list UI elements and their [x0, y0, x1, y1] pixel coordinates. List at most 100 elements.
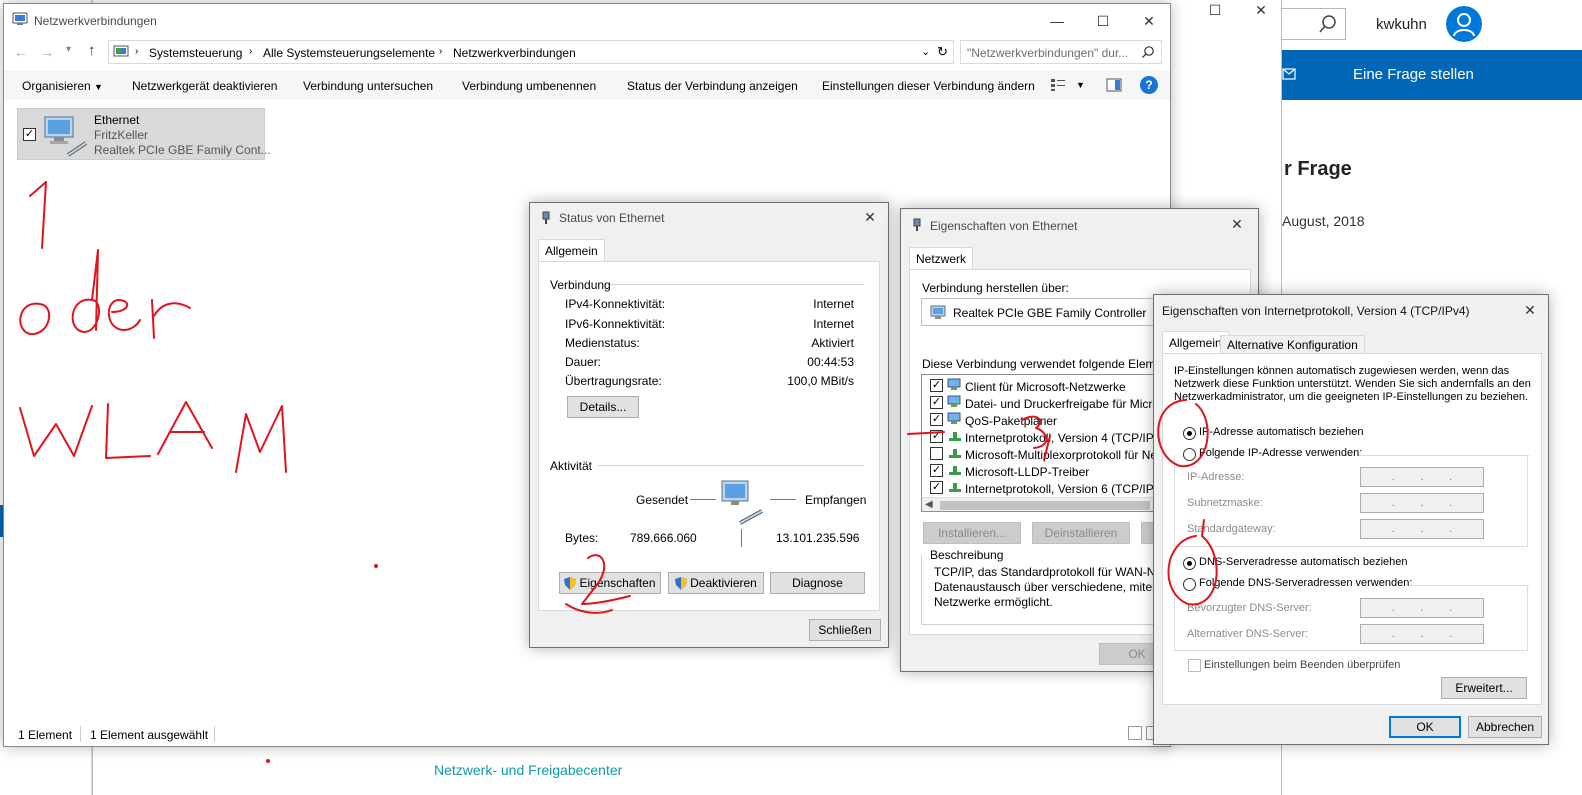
gateway-field[interactable]: ...	[1360, 519, 1484, 539]
diagnose-connection-button[interactable]: Verbindung untersuchen	[303, 79, 433, 93]
search-placeholder: "Netzwerkverbindungen" dur...	[967, 46, 1129, 60]
file-sharing-icon	[947, 395, 963, 409]
item-name: Ethernet	[94, 113, 140, 127]
refresh-icon[interactable]: ↻	[937, 44, 948, 60]
up-arrow-icon[interactable]: ↑	[88, 42, 96, 59]
close-icon[interactable]: ✕	[1126, 6, 1172, 36]
details-button[interactable]: Details...	[567, 396, 639, 418]
preferred-dns-field[interactable]: ...	[1360, 598, 1484, 618]
breadcrumb-sep-icon: ›	[439, 46, 443, 57]
history-chevron-icon[interactable]: ▾	[66, 44, 71, 55]
preview-pane-icon[interactable]	[1106, 78, 1122, 92]
install-button[interactable]: Installieren...	[923, 522, 1021, 544]
rename-connection-button[interactable]: Verbindung umbenennen	[462, 79, 596, 93]
status-dialog-title: Status von Ethernet	[559, 211, 665, 225]
question-date: August, 2018	[1282, 213, 1365, 229]
maximize-icon[interactable]: ☐	[1080, 6, 1126, 36]
ipv6-connectivity-value: Internet	[813, 317, 854, 331]
help-icon[interactable]: ?	[1140, 76, 1158, 94]
ip-auto-label[interactable]: IP-Adresse automatisch beziehen	[1199, 426, 1363, 438]
view-status-button[interactable]: Status der Verbindung anzeigen	[627, 79, 798, 93]
subnet-mask-field[interactable]: ...	[1360, 493, 1484, 513]
advanced-button[interactable]: Erweitert...	[1441, 677, 1527, 699]
component-label[interactable]: QoS-Paketplaner	[965, 414, 1057, 428]
validate-checkbox[interactable]	[1188, 659, 1201, 672]
address-bar[interactable]: › Systemsteuerung › Alle Systemsteuerung…	[108, 40, 954, 64]
view-dropdown-icon[interactable]: ▼	[1076, 80, 1085, 90]
component-checkbox[interactable]: ✓	[930, 481, 943, 494]
status-divider	[80, 726, 81, 742]
component-checkbox[interactable]: ✓	[930, 464, 943, 477]
status-dialog-close-icon[interactable]: ✕	[850, 203, 890, 231]
search-input[interactable]: "Netzwerkverbindungen" dur...	[960, 40, 1162, 64]
received-line	[770, 499, 796, 500]
tab-general[interactable]: Allgemein	[538, 239, 605, 261]
dns-group-top-line	[1410, 585, 1529, 586]
component-checkbox[interactable]: ✓	[930, 430, 943, 443]
close-button[interactable]: Schließen	[809, 619, 881, 641]
status-selected-count: 1 Element ausgewählt	[90, 728, 209, 742]
ipv4-ok-button[interactable]: OK	[1389, 716, 1461, 738]
component-label[interactable]: Microsoft-Multiplexorprotokoll für Netzw…	[965, 448, 1182, 462]
ipv4-dialog-close-icon[interactable]: ✕	[1510, 295, 1550, 325]
component-checkbox[interactable]: ✓	[930, 379, 943, 392]
view-options-icon[interactable]	[1050, 78, 1066, 92]
dns-auto-label[interactable]: DNS-Serveradresse automatisch beziehen	[1199, 556, 1408, 568]
window-app-icon	[12, 12, 28, 26]
organize-label: Organisieren	[22, 79, 91, 93]
ethernet-connection-item[interactable]: ✓ Ethernet FritzKeller Realtek PCIe GBE …	[17, 108, 271, 160]
breadcrumb-item-2[interactable]: Alle Systemsteuerungselemente	[263, 46, 435, 60]
component-label[interactable]: Microsoft-LLDP-Treiber	[965, 465, 1089, 479]
alternate-dns-field[interactable]: ...	[1360, 624, 1484, 644]
qos-icon	[947, 412, 963, 426]
properties-label: Eigenschaften	[579, 576, 656, 590]
validate-label[interactable]: Einstellungen beim Beenden überprüfen	[1204, 659, 1400, 671]
component-label[interactable]: Client für Microsoft-Netzwerke	[965, 380, 1126, 394]
ipv4-cancel-button[interactable]: Abbrechen	[1468, 716, 1542, 738]
scrollbar-thumb[interactable]	[940, 501, 1150, 510]
component-label[interactable]: Internetprotokoll, Version 6 (TCP/IPv6)	[965, 482, 1170, 496]
component-label[interactable]: Datei- und Druckerfreigabe für Microsoft…	[965, 397, 1182, 411]
component-checkbox[interactable]: ✓	[930, 396, 943, 409]
address-dropdown-icon[interactable]: ⌄	[921, 45, 930, 58]
background-close-icon[interactable]: ✕	[1238, 0, 1284, 20]
background-maximize-icon[interactable]: ☐	[1192, 0, 1238, 20]
diagnose-button[interactable]: Diagnose	[770, 572, 865, 594]
breadcrumb-item-1[interactable]: Systemsteuerung	[149, 46, 242, 60]
gateway-label: Standardgateway:	[1187, 523, 1276, 535]
eth-props-close-icon[interactable]: ✕	[1217, 210, 1257, 238]
tab-alternative-config[interactable]: Alternative Konfiguration	[1220, 335, 1365, 354]
details-view-icon[interactable]	[1128, 726, 1142, 740]
subnet-mask-label: Subnetzmaske:	[1187, 497, 1263, 509]
uninstall-button[interactable]: Deinstallieren	[1032, 522, 1130, 544]
properties-button[interactable]: Eigenschaften	[559, 572, 661, 594]
ip-address-field[interactable]: ...	[1360, 467, 1484, 487]
user-name[interactable]: kwkuhn	[1376, 16, 1427, 33]
organize-menu[interactable]: Organisieren ▼	[22, 79, 103, 93]
speed-value: 100,0 MBit/s	[787, 374, 854, 388]
change-settings-button[interactable]: Einstellungen dieser Verbindung ändern	[822, 79, 1035, 93]
component-checkbox[interactable]	[930, 447, 943, 460]
scroll-left-icon[interactable]: ◀	[925, 499, 933, 510]
back-arrow-icon[interactable]: ←	[14, 44, 28, 60]
user-icon	[1453, 13, 1475, 37]
dns-auto-radio[interactable]	[1183, 557, 1196, 570]
eth-props-title: Eigenschaften von Ethernet	[930, 219, 1078, 233]
chevron-down-icon: ▼	[94, 82, 103, 92]
search-icon[interactable]	[1141, 45, 1155, 59]
item-checkbox[interactable]: ✓	[23, 128, 36, 141]
avatar[interactable]	[1446, 6, 1482, 42]
component-checkbox[interactable]: ✓	[930, 413, 943, 426]
component-label[interactable]: Internetprotokoll, Version 4 (TCP/IPv4)	[965, 431, 1170, 445]
minimize-icon[interactable]: —	[1034, 6, 1080, 36]
network-sharing-center-link[interactable]: Netzwerk- und Freigabecenter	[434, 762, 622, 778]
breadcrumb-item-3[interactable]: Netzwerkverbindungen	[453, 46, 576, 60]
ask-question-button[interactable]: Eine Frage stellen	[1353, 66, 1474, 83]
forward-arrow-icon[interactable]: →	[40, 44, 54, 60]
ip-auto-radio[interactable]	[1183, 427, 1196, 440]
disable-device-button[interactable]: Netzwerkgerät deaktivieren	[132, 79, 277, 93]
deactivate-button[interactable]: Deaktivieren	[668, 572, 764, 594]
tab-ipv4-general[interactable]: Allgemein	[1162, 331, 1229, 354]
search-icon[interactable]	[1318, 14, 1338, 34]
tab-network[interactable]: Netzwerk	[909, 247, 974, 269]
